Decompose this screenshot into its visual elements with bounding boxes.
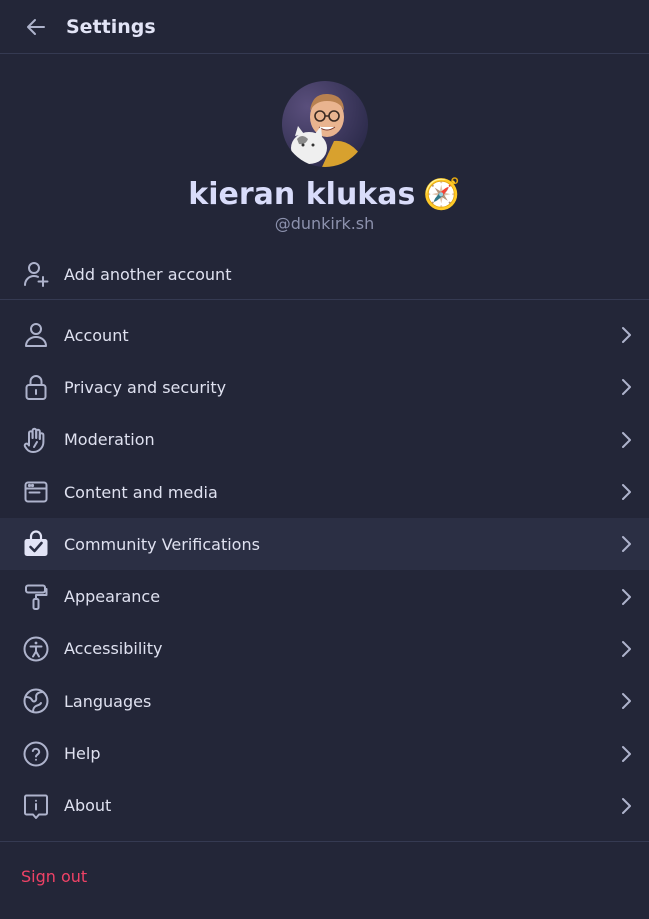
display-name: kieran klukas 🧭 <box>188 177 460 213</box>
profile-section: kieran klukas 🧭 @dunkirk.sh <box>0 54 649 233</box>
chevron-right-icon <box>621 378 631 396</box>
menu-item-label: Community Verifications <box>64 534 260 554</box>
window-icon <box>22 478 50 506</box>
chevron-right-icon <box>621 431 631 449</box>
avatar[interactable] <box>281 81 368 167</box>
menu-item-label: Content and media <box>64 482 218 502</box>
chevron-right-icon <box>621 640 631 658</box>
menu-item-accessibility[interactable]: Accessibility <box>0 623 649 675</box>
menu-item-community-verifications[interactable]: Community Verifications <box>0 518 649 571</box>
person-icon <box>22 321 50 349</box>
header: Settings <box>0 0 649 54</box>
display-name-text: kieran klukas <box>188 177 416 212</box>
menu-item-privacy-security[interactable]: Privacy and security <box>0 361 649 413</box>
globe-icon <box>22 687 50 715</box>
menu-item-moderation[interactable]: Moderation <box>0 414 649 466</box>
sign-out-button[interactable]: Sign out <box>21 867 649 886</box>
menu-item-label: Account <box>64 325 129 345</box>
menu-item-content-media[interactable]: Content and media <box>0 466 649 518</box>
menu-item-help[interactable]: Help <box>0 727 649 779</box>
accessibility-icon <box>22 635 50 663</box>
menu-item-account[interactable]: Account <box>0 309 649 361</box>
question-circle-icon <box>22 740 50 768</box>
menu-item-label: About <box>64 796 112 816</box>
person-plus-icon <box>22 260 50 288</box>
chevron-right-icon <box>621 588 631 606</box>
raised-hand-icon <box>22 426 50 454</box>
verified-box-icon <box>22 530 50 558</box>
settings-menu: Account Privacy and security Moderation … <box>0 300 649 832</box>
profile-handle: @dunkirk.sh <box>274 214 375 233</box>
chevron-right-icon <box>621 692 631 710</box>
menu-item-label: Moderation <box>64 430 155 450</box>
info-bubble-icon <box>22 792 50 820</box>
chevron-right-icon <box>621 797 631 815</box>
add-account-button[interactable]: Add another account <box>0 249 649 300</box>
menu-item-label: Languages <box>64 691 152 711</box>
menu-item-label: Help <box>64 744 101 764</box>
chevron-right-icon <box>621 745 631 763</box>
lock-icon <box>22 373 50 401</box>
page-title: Settings <box>66 15 156 38</box>
add-account-label: Add another account <box>64 264 232 284</box>
chevron-right-icon <box>621 483 631 501</box>
menu-item-label: Accessibility <box>64 639 163 659</box>
divider <box>0 840 649 842</box>
menu-item-about[interactable]: About <box>0 780 649 832</box>
menu-item-appearance[interactable]: Appearance <box>0 570 649 622</box>
paint-roller-icon <box>22 583 50 611</box>
menu-item-label: Privacy and security <box>64 377 227 397</box>
menu-item-languages[interactable]: Languages <box>0 675 649 727</box>
compass-emoji: 🧭 <box>423 177 461 212</box>
arrow-left-icon <box>27 18 45 35</box>
chevron-right-icon <box>621 326 631 344</box>
menu-item-label: Appearance <box>64 587 161 607</box>
chevron-right-icon <box>621 535 631 553</box>
back-button[interactable] <box>18 9 54 45</box>
